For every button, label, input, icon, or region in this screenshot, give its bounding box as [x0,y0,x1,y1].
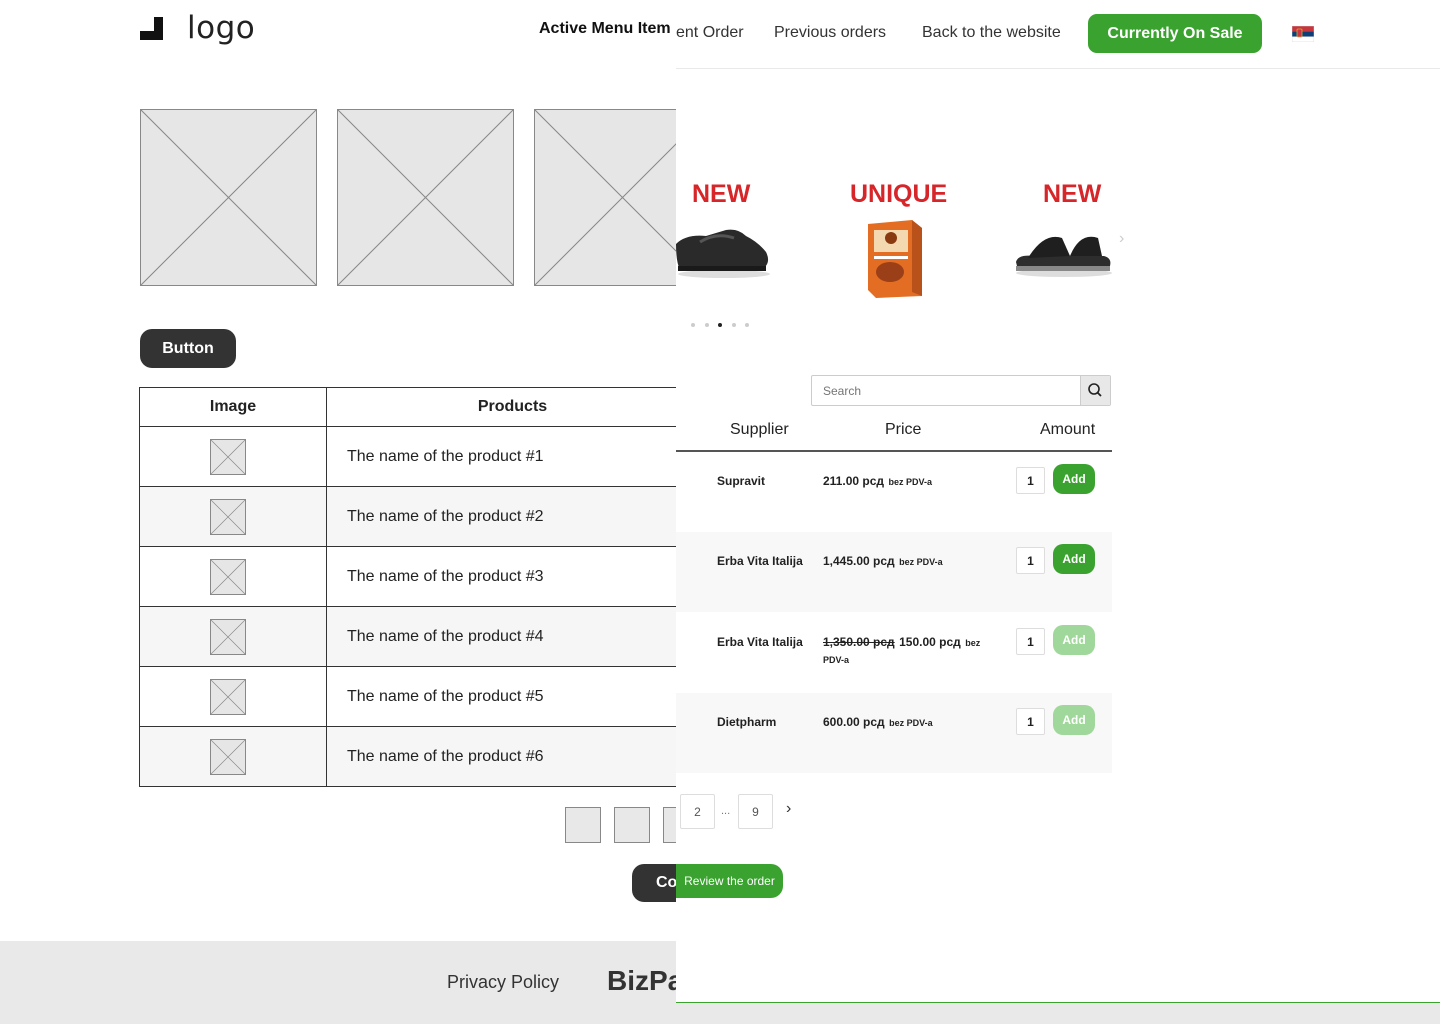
footer [0,941,676,1024]
product-name: The name of the product #4 [326,606,699,667]
carousel-dot[interactable] [705,323,709,327]
page-button[interactable] [565,807,601,843]
price: 600.00 рсд [823,715,885,729]
add-button[interactable]: Add [1053,705,1095,735]
product-name: The name of the product #1 [326,426,699,487]
price: 1,445.00 рсд [823,554,895,568]
vat-note: bez PDV-a [899,557,943,567]
supplier-name: Erba Vita Italija [717,635,803,649]
search-box [811,375,1111,406]
image-cell [139,606,327,667]
primary-button[interactable]: Button [140,329,236,368]
image-placeholder [337,109,514,286]
next-page-icon[interactable]: › [786,800,791,818]
product-name: The name of the product #5 [326,666,699,727]
search-button[interactable] [1080,376,1110,405]
logo-text[interactable]: logo [187,10,255,46]
image-placeholder [210,679,246,715]
table-row[interactable]: The name of the product #2 [139,486,699,547]
price-cell: 600.00 рсд bez PDV-a [823,714,1003,731]
carousel-dot[interactable] [732,323,736,327]
product-name: The name of the product #2 [326,486,699,547]
product-name: The name of the product #3 [326,546,699,607]
page-ellipsis: ... [721,805,731,817]
table-row[interactable]: The name of the product #4 [139,606,699,667]
supplier-name: Dietpharm [717,715,777,729]
nav-previous-orders[interactable]: Previous orders [774,24,886,42]
image-placeholder [210,499,246,535]
image-placeholder [210,439,246,475]
table-row[interactable]: The name of the product #3 [139,546,699,607]
carousel-dot[interactable] [691,323,695,327]
on-sale-button[interactable]: Currently On Sale [1088,14,1262,53]
page-number[interactable]: 9 [738,794,773,829]
search-icon [1088,383,1102,397]
add-button[interactable]: Add [1053,625,1095,655]
table-row[interactable]: The name of the product #6 [139,726,699,787]
column-header-amount: Amount [1040,421,1096,438]
image-placeholder [210,619,246,655]
quantity-input[interactable]: 1 [1016,628,1045,655]
order-row: Supravit 211.00 рсд bez PDV-a 1 Add [676,452,1112,532]
table-row[interactable]: The name of the product #5 [139,666,699,727]
header-divider [676,68,1440,69]
serbia-flag-icon[interactable] [1291,25,1315,43]
page-number[interactable]: 2 [680,794,715,829]
image-cell [139,546,327,607]
price-cell: 1,350.00 рсд 150.00 рсд bez PDV-a [823,634,1003,668]
nav-current-order[interactable]: ent Order [676,24,744,42]
price: 211.00 рсд [823,474,884,488]
carousel-badge: UNIQUE [850,180,948,208]
page-button[interactable] [614,807,650,843]
column-header-supplier: Supplier [730,421,789,438]
price-cell: 1,445.00 рсд bez PDV-a [823,553,1003,570]
image-placeholder [210,739,246,775]
product-box-image[interactable] [864,218,924,300]
review-order-button[interactable]: Review the order [676,864,783,898]
order-row: Erba Vita Italija 1,350.00 рсд 150.00 рсд… [676,613,1112,693]
supplier-name: Erba Vita Italija [717,554,803,568]
image-cell [139,486,327,547]
image-cell [139,666,327,727]
column-header-products: Products [326,387,699,427]
logo-icon[interactable] [140,17,163,40]
supplier-name: Supravit [717,474,766,488]
carousel-dot[interactable] [745,323,749,327]
nav-back-to-website[interactable]: Back to the website [922,24,1061,42]
old-price: 1,350.00 рсд [823,635,895,649]
image-cell [139,426,327,487]
carousel-dot-active[interactable] [718,323,722,327]
add-button[interactable]: Add [1053,544,1095,574]
footer-brand: BizPa [607,965,684,996]
order-row: Erba Vita Italija 1,445.00 рсд bez PDV-a 1… [676,532,1112,612]
carousel-badge: NEW [1043,180,1102,208]
price: 150.00 рсд [899,635,961,649]
carousel-next-icon[interactable]: › [1119,230,1124,248]
clog-shoe-image[interactable] [676,222,772,280]
order-row: Dietpharm 600.00 рсд bez PDV-a 1 Add [676,693,1112,773]
quantity-input[interactable]: 1 [1016,708,1045,735]
privacy-policy-link[interactable]: Privacy Policy [447,972,559,993]
nav-active-menu-item[interactable]: Active Menu Item [539,20,671,38]
carousel-badge: NEW [692,180,751,208]
quantity-input[interactable]: 1 [1016,547,1045,574]
price-cell: 211.00 рсд bez PDV-a [823,473,1003,490]
image-cell [139,726,327,787]
product-table: Image Products The name of the product #… [139,387,699,787]
sandal-image[interactable] [1014,226,1114,278]
image-placeholder [140,109,317,286]
vat-note: bez PDV-a [888,477,932,487]
column-header-image: Image [139,387,327,427]
product-name: The name of the product #6 [326,726,699,787]
vat-note: bez PDV-a [889,718,933,728]
image-placeholder [210,559,246,595]
overlay-panel: ent Order Previous orders Back to the we… [676,0,1440,1024]
footer [676,1003,1440,1024]
table-row[interactable]: The name of the product #1 [139,426,699,487]
add-button[interactable]: Add [1053,464,1095,494]
search-input[interactable] [812,376,1082,405]
column-header-price: Price [885,421,922,438]
quantity-input[interactable]: 1 [1016,467,1045,494]
